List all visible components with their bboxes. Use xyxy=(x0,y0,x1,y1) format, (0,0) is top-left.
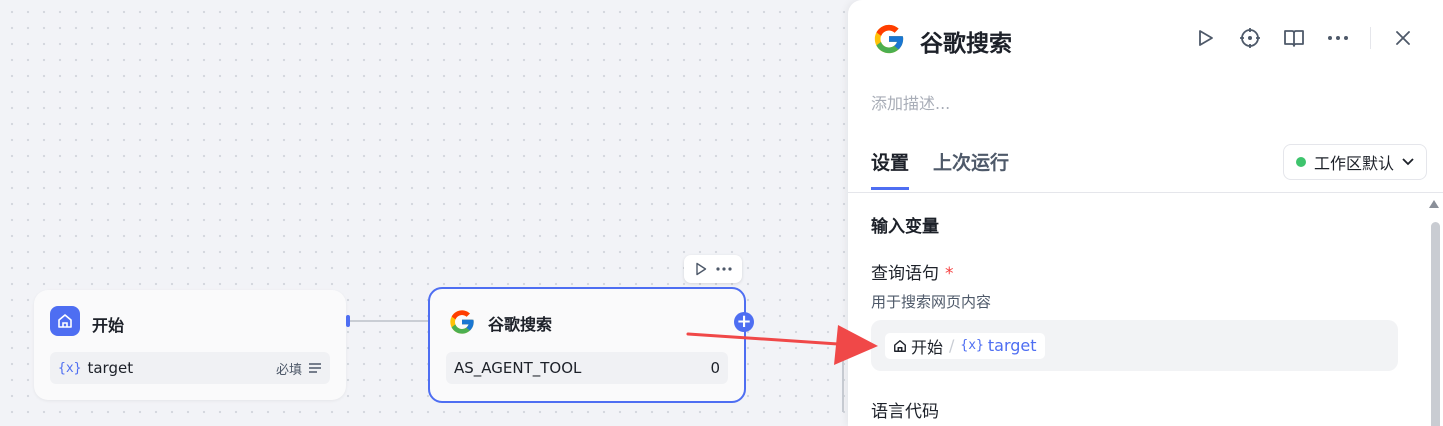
google-logo-icon xyxy=(874,24,904,54)
query-field-input[interactable]: 开始 / {x} target xyxy=(871,320,1398,371)
workflow-canvas[interactable]: 开始 {x} target 必填 谷歌搜索 AS_AGENT_TOOL 0 + xyxy=(0,0,848,426)
more-icon[interactable] xyxy=(715,267,732,271)
ref-separator: / xyxy=(949,336,955,355)
panel-edge-line xyxy=(842,352,844,412)
start-node[interactable]: 开始 {x} target 必填 xyxy=(34,290,346,400)
chevron-down-icon xyxy=(1402,158,1414,166)
run-node-icon[interactable] xyxy=(695,262,707,276)
scroll-up-arrow-icon[interactable] xyxy=(1429,200,1439,208)
ref-var-name: target xyxy=(987,336,1037,355)
toolbar-divider xyxy=(1370,27,1371,49)
docs-book-icon[interactable] xyxy=(1282,26,1306,50)
required-mark: * xyxy=(945,264,954,284)
query-field-label: 查询语句 * xyxy=(871,264,954,284)
more-icon[interactable] xyxy=(1326,26,1350,50)
google-search-node[interactable]: 谷歌搜索 AS_AGENT_TOOL 0 xyxy=(428,287,746,403)
variable-reference-chip[interactable]: 开始 / {x} target xyxy=(885,332,1045,359)
ref-node-name: 开始 xyxy=(911,337,944,357)
required-label: 必填 xyxy=(275,362,302,378)
panel-toolbar xyxy=(1194,26,1415,50)
home-icon xyxy=(50,306,80,336)
google-logo-icon xyxy=(450,310,474,334)
panel-title[interactable]: 谷歌搜索 xyxy=(920,24,1012,58)
text-lines-icon xyxy=(309,363,321,373)
add-node-button[interactable]: + xyxy=(734,312,754,332)
description-input[interactable]: 添加描述... xyxy=(871,90,950,114)
node-settings-panel: 谷歌搜索 添加描述... 设置 上次运行 工作区默认 输入变量 查询语句 * 用于… xyxy=(848,0,1443,426)
section-title-inputs: 输入变量 xyxy=(871,217,939,237)
google-node-row[interactable]: AS_AGENT_TOOL 0 xyxy=(446,352,728,384)
language-field-label: 语言代码 xyxy=(871,402,939,422)
variable-icon: {x} xyxy=(58,360,82,376)
start-node-var-name: target xyxy=(87,359,134,377)
panel-scrollbar[interactable] xyxy=(1429,200,1440,426)
workspace-select[interactable]: 工作区默认 xyxy=(1282,144,1427,180)
home-icon xyxy=(894,339,906,352)
google-node-row-label: AS_AGENT_TOOL xyxy=(454,359,582,377)
tabs-divider xyxy=(848,192,1443,193)
output-handle[interactable] xyxy=(346,315,350,327)
start-node-title: 开始 xyxy=(92,316,125,335)
close-icon[interactable] xyxy=(1391,26,1415,50)
start-node-var-row[interactable]: {x} target 必填 xyxy=(50,352,330,384)
panel-tabs: 设置 上次运行 xyxy=(871,148,1009,190)
locate-icon[interactable] xyxy=(1238,26,1262,50)
run-icon[interactable] xyxy=(1194,26,1218,50)
query-field-hint: 用于搜索网页内容 xyxy=(871,293,992,311)
status-dot xyxy=(1295,157,1306,167)
workspace-select-label: 工作区默认 xyxy=(1313,154,1394,173)
variable-icon: {x} xyxy=(960,338,984,353)
scroll-thumb[interactable] xyxy=(1431,222,1440,426)
tab-last-run[interactable]: 上次运行 xyxy=(933,148,1009,190)
tab-settings[interactable]: 设置 xyxy=(871,148,910,190)
edge-connector xyxy=(348,320,430,322)
google-node-row-value: 0 xyxy=(710,359,720,377)
google-node-title: 谷歌搜索 xyxy=(488,315,553,334)
node-toolbar xyxy=(684,255,742,283)
